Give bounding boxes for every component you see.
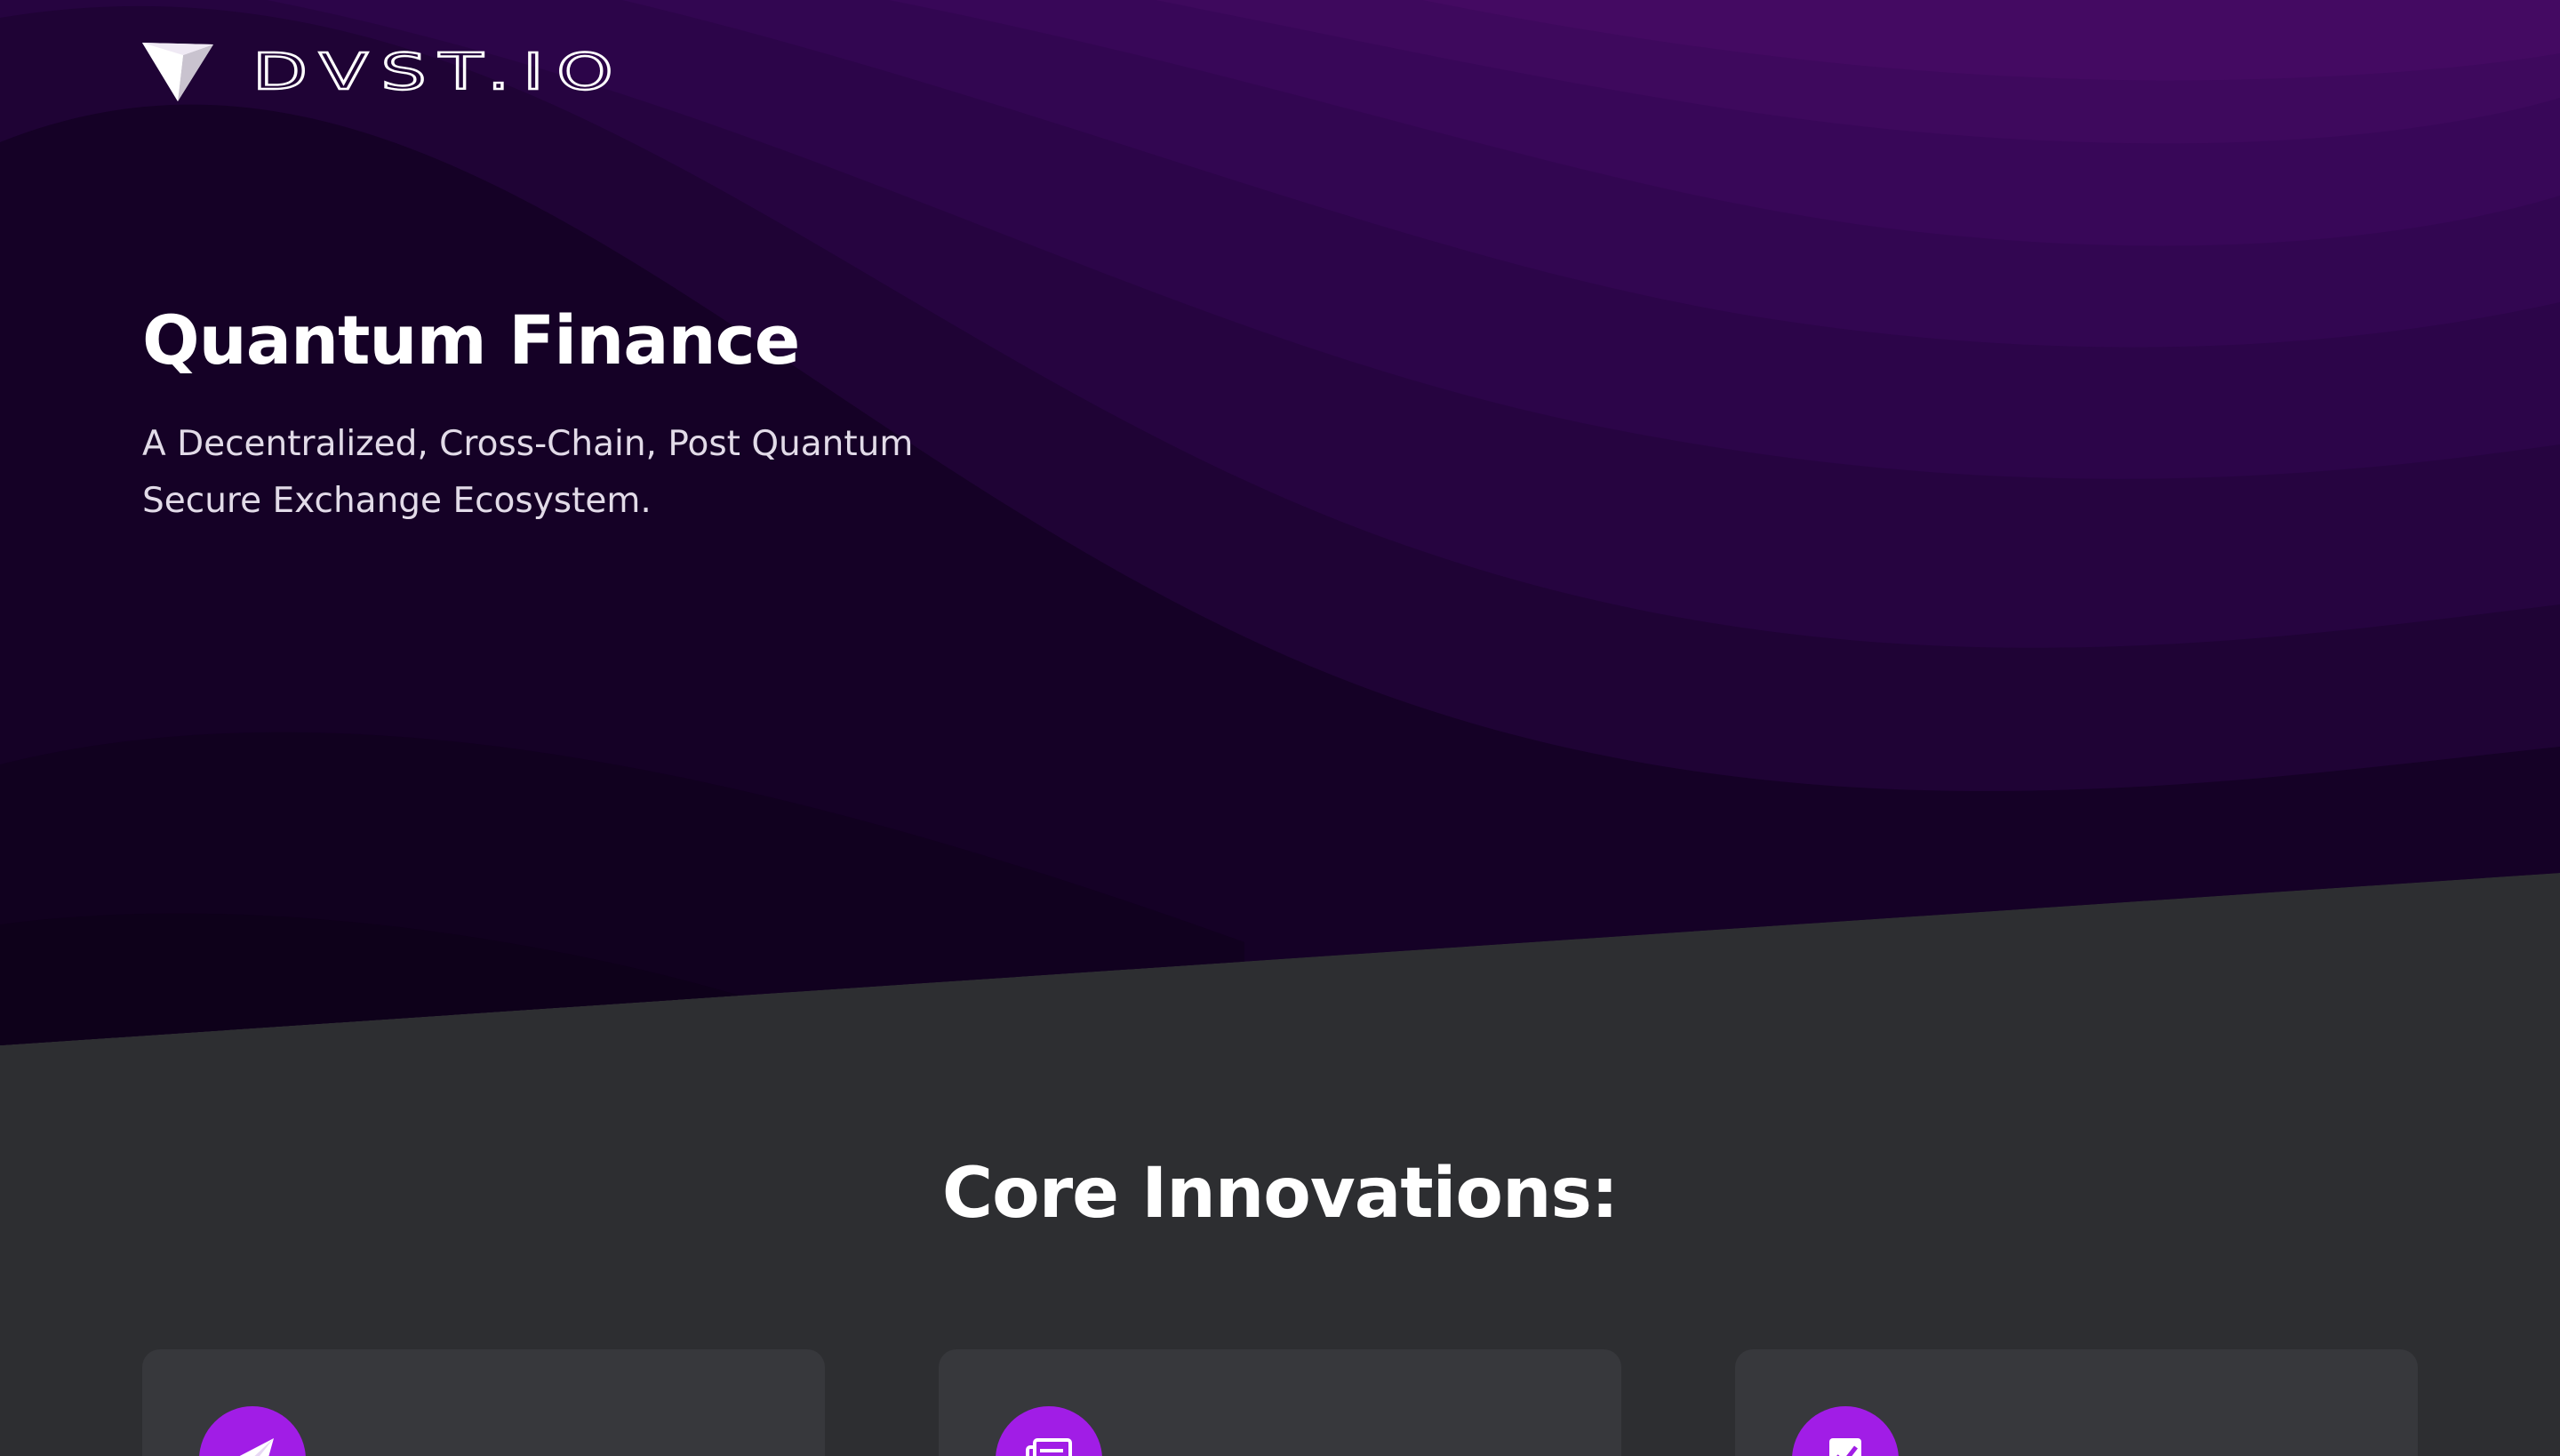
- stacked-documents-icon: [996, 1406, 1102, 1456]
- page: DVST.IO Quantum Finance A Decentralized,…: [0, 0, 2560, 1456]
- logo-triangle-icon[interactable]: [142, 43, 213, 101]
- hero-title: Quantum Finance: [142, 300, 800, 380]
- brand-name: DVST.IO: [252, 48, 626, 96]
- innovation-card: [142, 1349, 825, 1456]
- innovation-card: [1735, 1349, 2418, 1456]
- site-header: DVST.IO: [142, 41, 626, 103]
- document-check-icon: [1792, 1406, 1899, 1456]
- innovation-card: [939, 1349, 1621, 1456]
- core-innovations-title: Core Innovations:: [941, 1154, 1619, 1234]
- logo-wordmark[interactable]: DVST.IO: [252, 48, 626, 96]
- paper-plane-icon: [199, 1406, 306, 1456]
- hero-subtitle: A Decentralized, Cross-Chain, Post Quant…: [142, 424, 914, 521]
- core-innovations-cards: [142, 1349, 2418, 1456]
